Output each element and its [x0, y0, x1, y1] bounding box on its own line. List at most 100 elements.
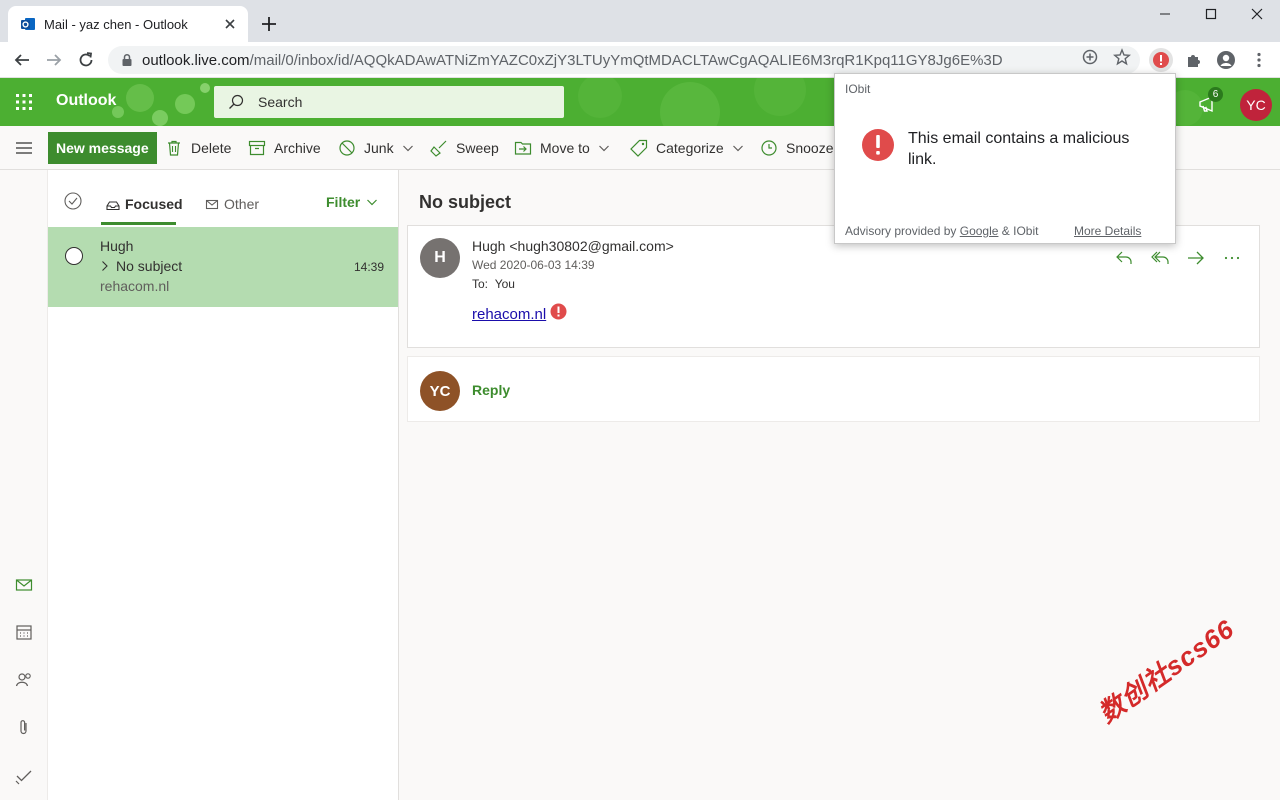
new-tab-plus-icon[interactable] [258, 13, 280, 35]
filter-button[interactable]: Filter [326, 194, 378, 210]
more-details-link[interactable]: More Details [1074, 224, 1141, 238]
minimize-icon[interactable] [1142, 0, 1188, 28]
message-sender: Hugh [100, 238, 134, 254]
malicious-link-warning-icon[interactable] [550, 303, 567, 320]
body-link[interactable]: rehacom.nl [472, 306, 546, 323]
browser-menu-icon[interactable] [1247, 48, 1271, 72]
delete-label: Delete [191, 140, 232, 156]
tag-icon [630, 139, 648, 157]
bookmark-star-icon[interactable] [1113, 48, 1131, 66]
snooze-button[interactable]: Snooze [760, 137, 833, 159]
reload-icon[interactable] [74, 48, 98, 72]
address-bar[interactable]: outlook.live.com/mail/0/inbox/id/AQQkADA… [108, 46, 1140, 74]
tab-other[interactable]: Other [205, 194, 259, 214]
warning-exclamation-icon [861, 128, 895, 162]
back-arrow-icon[interactable] [10, 48, 34, 72]
outlook-brand[interactable]: Outlook [56, 92, 116, 110]
popup-message: This email contains a malicious link. [908, 130, 1130, 168]
chevron-down-icon [366, 196, 378, 208]
iobit-extension-popup: IObit This email contains a malicious li… [834, 73, 1176, 244]
junk-button[interactable]: Junk [338, 137, 414, 159]
active-pivot-underline [101, 222, 176, 225]
close-tab-icon[interactable] [222, 16, 238, 32]
search-input[interactable] [258, 94, 538, 110]
reply-button[interactable]: Reply [472, 382, 510, 398]
snooze-label: Snooze [786, 140, 834, 156]
profile-icon[interactable] [1214, 48, 1238, 72]
window-close-icon[interactable] [1234, 0, 1280, 28]
other-mail-icon [205, 197, 219, 211]
move-to-label: Move to [540, 140, 590, 156]
search-icon [228, 94, 244, 110]
message-list-pane: Focused Other Filter Hugh No subject 14:… [48, 170, 399, 800]
archive-label: Archive [274, 140, 321, 156]
search-box[interactable] [214, 86, 564, 118]
popup-title: IObit [845, 82, 871, 96]
reply-icon[interactable] [1114, 248, 1134, 268]
select-all-check-icon[interactable] [64, 192, 82, 210]
sent-date: Wed 2020-06-03 14:39 [472, 258, 595, 272]
sweep-button[interactable]: Sweep [430, 137, 499, 159]
add-to-page-icon[interactable] [1081, 48, 1099, 66]
extensions-puzzle-icon[interactable] [1182, 48, 1206, 72]
forward-icon[interactable] [1186, 248, 1206, 268]
focused-label: Focused [125, 196, 183, 212]
broom-icon [430, 139, 448, 157]
tab-focused[interactable]: Focused [106, 194, 183, 214]
move-to-button[interactable]: Move to [514, 137, 610, 159]
other-label: Other [224, 196, 260, 212]
calendar-icon[interactable] [14, 622, 34, 642]
maximize-icon[interactable] [1188, 0, 1234, 28]
delete-button[interactable]: Delete [165, 137, 231, 159]
browser-tab[interactable]: Mail - yaz chen - Outlook [8, 6, 248, 42]
message-time: 14:39 [354, 260, 385, 274]
account-avatar[interactable]: YC [1240, 89, 1272, 121]
focused-inbox-icon [106, 197, 120, 211]
block-icon [338, 139, 356, 157]
message-preview: rehacom.nl [100, 278, 170, 294]
people-icon[interactable] [14, 670, 34, 690]
quick-reply-card[interactable]: YC Reply [407, 356, 1260, 422]
categorize-button[interactable]: Categorize [630, 137, 744, 159]
url-text: outlook.live.com/mail/0/inbox/id/AQQkADA… [142, 51, 1003, 69]
more-actions-icon[interactable] [1222, 248, 1242, 268]
user-avatar: YC [420, 371, 460, 411]
categorize-label: Categorize [656, 140, 724, 156]
filter-label: Filter [326, 194, 361, 210]
clock-icon [760, 139, 778, 157]
sweep-label: Sweep [456, 140, 499, 156]
tab-title: Mail - yaz chen - Outlook [44, 16, 188, 32]
junk-label: Junk [364, 140, 394, 156]
browser-tab-bar: Mail - yaz chen - Outlook [0, 0, 1280, 42]
outlook-favicon-icon [20, 16, 36, 32]
mail-icon[interactable] [14, 575, 34, 595]
recipient-line: To: You [472, 277, 515, 291]
new-message-button[interactable]: New message [48, 132, 157, 164]
reading-pane: No subject H Hugh <hugh30802@gmail.com> … [399, 170, 1280, 800]
move-folder-icon [514, 139, 532, 157]
message-subject-line: No subject [100, 258, 182, 274]
chevron-right-icon[interactable] [100, 260, 110, 272]
iobit-extension-warning-icon[interactable] [1149, 48, 1173, 72]
hamburger-menu-icon[interactable] [14, 139, 34, 157]
sender-address[interactable]: Hugh <hugh30802@gmail.com> [472, 238, 674, 254]
chevron-down-icon [732, 142, 744, 154]
forward-arrow-icon[interactable] [42, 48, 66, 72]
reply-all-icon[interactable] [1150, 248, 1170, 268]
trash-icon [165, 139, 183, 157]
attachment-paperclip-icon[interactable] [14, 718, 34, 738]
inbox-pivots: Focused Other Filter [48, 170, 399, 226]
google-link[interactable]: Google [960, 224, 999, 238]
lock-icon[interactable] [120, 53, 134, 67]
notification-count-badge: 6 [1208, 87, 1223, 102]
message-subject: No subject [116, 258, 183, 274]
sender-avatar[interactable]: H [420, 238, 460, 278]
app-launcher-waffle-icon[interactable] [12, 90, 36, 114]
archive-icon [248, 139, 266, 157]
todo-check-icon[interactable] [14, 766, 34, 786]
archive-button[interactable]: Archive [248, 137, 321, 159]
app-rail [0, 170, 48, 800]
select-message-radio[interactable] [65, 247, 83, 265]
list-item[interactable]: Hugh No subject 14:39 rehacom.nl [48, 227, 398, 307]
popup-advisory: Advisory provided by Google & IObit [845, 224, 1039, 238]
